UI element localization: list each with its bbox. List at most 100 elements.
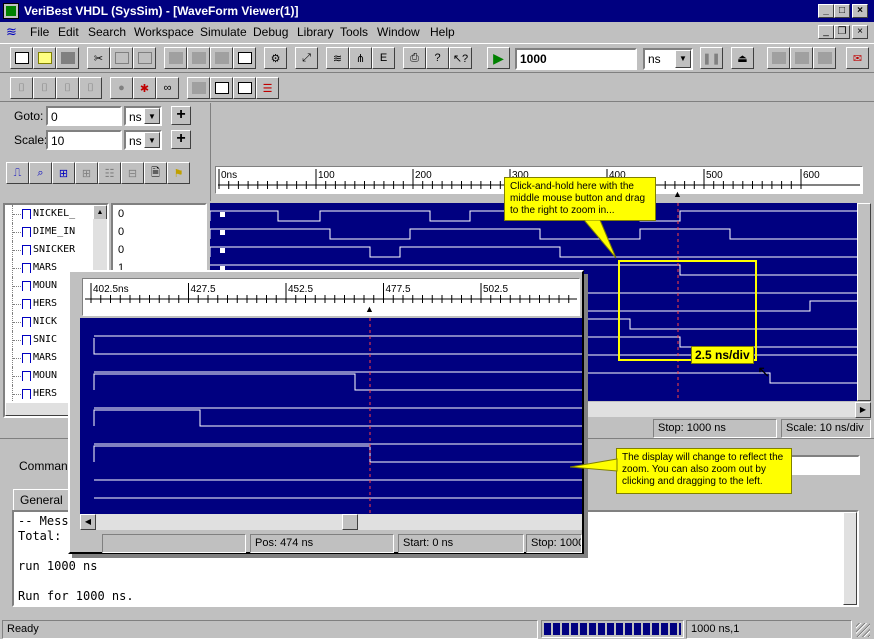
signal-row[interactable]: NICKEL_ <box>5 205 107 223</box>
print-icon[interactable]: ⎙ <box>403 47 426 69</box>
scale-unit-select[interactable]: ns ▼ <box>124 130 162 150</box>
goto-input[interactable]: 0 <box>46 106 122 126</box>
eject-icon[interactable]: ⏏ <box>731 47 754 69</box>
step-icon[interactable]: ⌷ <box>10 77 33 99</box>
maximize-button[interactable]: □ <box>834 4 850 18</box>
zoom-hscroll[interactable]: ◀ <box>80 514 582 530</box>
monitor-icon[interactable] <box>233 77 256 99</box>
doc-icon[interactable]: ≋ <box>6 25 22 39</box>
zoom-scroll-thumb[interactable] <box>342 514 358 530</box>
zoom-waveform-display[interactable] <box>80 318 582 514</box>
menu-debug[interactable]: Debug <box>253 22 288 42</box>
menu-edit[interactable]: Edit <box>58 22 79 42</box>
menu-window[interactable]: Window <box>377 22 420 42</box>
copy-icon[interactable] <box>110 47 133 69</box>
open-folder-icon[interactable] <box>33 47 56 69</box>
zoom-range-icon[interactable]: ⊞ <box>75 162 98 184</box>
settings-icon[interactable]: ⚙ <box>264 47 287 69</box>
signal-type-icon[interactable]: ⎍ <box>6 162 29 184</box>
run-icon[interactable]: ▶ <box>487 47 510 69</box>
value-row: 0 <box>118 208 125 220</box>
console-vscroll[interactable] <box>843 512 857 605</box>
compile-all-icon[interactable] <box>187 47 210 69</box>
doc-close-button[interactable]: × <box>852 25 868 39</box>
folder-save-icon[interactable] <box>813 47 836 69</box>
app-icon[interactable] <box>3 3 19 19</box>
status-ready: Ready <box>2 620 538 639</box>
new-file-icon[interactable] <box>10 47 33 69</box>
scroll-right-button[interactable]: ▶ <box>855 402 871 418</box>
zoom-fit-icon[interactable]: ⊞ <box>52 162 75 184</box>
display-callout: The display will change to reflect the z… <box>616 448 792 494</box>
list-icon[interactable]: ☰ <box>256 77 279 99</box>
signal-name: DIME_IN <box>33 226 76 237</box>
folder-icon[interactable] <box>790 47 813 69</box>
zoom-ruler[interactable]: 402.5ns427.5452.5477.5502.55 <box>82 278 587 316</box>
source-tree-icon[interactable]: E <box>372 47 395 69</box>
run-time-unit-select[interactable]: ns ▼ <box>643 48 693 70</box>
edit-icon[interactable] <box>187 77 210 99</box>
scale-add-button[interactable]: + <box>171 130 191 149</box>
menu-file[interactable]: File <box>30 22 49 42</box>
signal-name: NICKEL_ <box>33 208 76 219</box>
waveform-icon[interactable]: ≋ <box>326 47 349 69</box>
ruler-label: 100 <box>318 170 335 181</box>
close-button[interactable]: × <box>852 4 868 18</box>
menu-tools[interactable]: Tools <box>340 22 368 42</box>
document-icon[interactable] <box>233 47 256 69</box>
mail-icon[interactable]: ✉ <box>846 47 869 69</box>
scroll-left-button[interactable]: ◀ <box>80 514 96 530</box>
signal-icon <box>22 335 31 345</box>
pause-icon[interactable]: ❚❚ <box>700 47 723 69</box>
menu-search[interactable]: Search <box>88 22 126 42</box>
cursor-marker-icon[interactable]: ▲ <box>673 189 682 199</box>
signal-icon[interactable]: ⤢ <box>295 47 318 69</box>
grid-icon[interactable]: ☷ <box>98 162 121 184</box>
scale-input[interactable]: 10 <box>46 130 122 150</box>
zoom-cursor-icon[interactable]: ▲ <box>365 304 374 314</box>
cut-icon[interactable]: ✂ <box>87 47 110 69</box>
context-help-icon[interactable]: ↖? <box>449 47 472 69</box>
hierarchy-icon[interactable]: ⋔ <box>349 47 372 69</box>
marker-icon[interactable]: ⚑ <box>167 162 190 184</box>
folder-open-icon[interactable] <box>767 47 790 69</box>
table-icon[interactable]: ⊟ <box>121 162 144 184</box>
doc-restore-button[interactable]: ❐ <box>834 25 850 39</box>
zoom-icon[interactable]: ⌕ <box>29 162 52 184</box>
signal-icon <box>22 263 31 273</box>
compile-icon[interactable] <box>164 47 187 69</box>
step-out-icon[interactable]: ⌷ <box>79 77 102 99</box>
help-icon[interactable]: ? <box>426 47 449 69</box>
breakpoint-icon[interactable]: ● <box>110 77 133 99</box>
zoom-ruler-ticks: 402.5ns427.5452.5477.5502.55 <box>85 283 587 303</box>
menu-library[interactable]: Library <box>297 22 334 42</box>
zoom-window[interactable]: 402.5ns427.5452.5477.5502.55 ▲ ◀ Pos: 47… <box>68 270 587 554</box>
signal-name: SNICKER <box>33 244 76 255</box>
goto-add-button[interactable]: + <box>171 106 191 125</box>
doc-minimize-button[interactable]: _ <box>818 25 834 39</box>
signal-icon <box>22 317 31 327</box>
clean-icon[interactable] <box>210 47 233 69</box>
signal-row[interactable]: SNICKER <box>5 241 107 259</box>
debug-toolbar: ⌷ ⌷ ⌷ ⌷ ● ✱ ∞ ☰ <box>0 74 874 102</box>
zoom-ruler-label: 427.5 <box>191 284 216 295</box>
paste-icon[interactable] <box>133 47 156 69</box>
page-icon[interactable]: 🗎 <box>144 162 167 184</box>
ruler-label: 200 <box>415 170 432 181</box>
run-time-input[interactable]: 1000 <box>515 48 637 70</box>
menu-workspace[interactable]: Workspace <box>134 22 194 42</box>
signal-row[interactable]: DIME_IN <box>5 223 107 241</box>
watch-icon[interactable]: ∞ <box>156 77 179 99</box>
menu-help[interactable]: Help <box>430 22 455 42</box>
minimize-button[interactable]: _ <box>818 4 834 18</box>
save-icon[interactable] <box>56 47 79 69</box>
clear-breakpoint-icon[interactable]: ✱ <box>133 77 156 99</box>
menu-simulate[interactable]: Simulate <box>200 22 247 42</box>
resize-grip[interactable] <box>856 623 870 637</box>
wave-vscroll[interactable] <box>857 203 871 401</box>
step-into-icon[interactable]: ⌷ <box>33 77 56 99</box>
view-icon[interactable] <box>210 77 233 99</box>
tab-general[interactable]: General <box>13 489 71 511</box>
goto-unit-select[interactable]: ns ▼ <box>124 106 162 126</box>
step-over-icon[interactable]: ⌷ <box>56 77 79 99</box>
